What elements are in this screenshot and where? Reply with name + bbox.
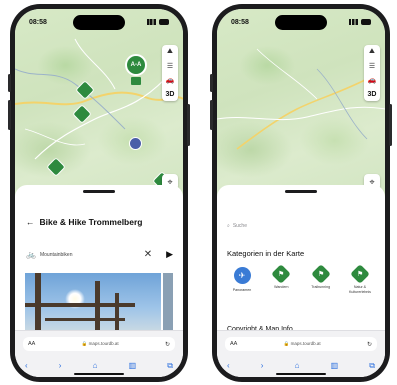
back-icon[interactable]: ‹ (227, 361, 230, 371)
phone-power-button (187, 104, 190, 146)
3d-toggle-button[interactable]: 3D (366, 89, 378, 99)
signal-icon (349, 19, 358, 25)
map-view[interactable]: A-A ⛰ ☰ 🚗 3D ⌖ (15, 9, 183, 197)
category-label: Natur & Kulturerlebnis (348, 285, 371, 294)
category-label: Trailrunning (311, 285, 331, 289)
category-panoramen[interactable]: ✈ Panoramen (225, 267, 259, 294)
share-icon[interactable]: ⌂ (295, 361, 300, 371)
status-icons (147, 19, 169, 25)
home-indicator (74, 373, 124, 375)
category-wandern[interactable]: ⚑ Wandern (264, 264, 298, 294)
phone-side-button (8, 74, 11, 92)
forward-icon[interactable]: › (261, 361, 264, 371)
detail-header: ← Bike & Hike Trommelberg (26, 217, 142, 227)
map-scroll-indicator (285, 190, 317, 193)
battery-icon (361, 19, 371, 25)
home-indicator (276, 373, 326, 375)
running-icon: ⚑ (310, 264, 331, 284)
camera-icon: ✈ (233, 267, 251, 284)
categories-title: Kategorien in der Karte (227, 249, 305, 258)
selected-poi-marker[interactable]: A-A (125, 54, 147, 76)
screen: 08:58 ⛰ ☰ 🚗 3D ⌖ ⌕ Suche Kategorien in d… (217, 9, 385, 377)
hiking-icon: ⚑ (271, 264, 292, 284)
address-bar[interactable]: AA 🔒 maps.tourdb.at ↻ (225, 337, 377, 351)
reader-button[interactable]: AA (28, 341, 35, 347)
tour-title: Bike & Hike Trommelberg (39, 217, 143, 227)
screen: 08:58 A-A ⛰ ☰ 🚗 3D ⌖ ← Bike & Hike Tromm… (15, 9, 183, 377)
address-bar[interactable]: AA 🔒 maps.tourdb.at ↻ (23, 337, 175, 351)
location-marker-icon[interactable] (129, 137, 142, 150)
map-roads (217, 48, 385, 150)
phone-side-button (210, 74, 213, 92)
car-icon[interactable]: 🚗 (366, 75, 378, 85)
category-trailrunning[interactable]: ⚑ Trailrunning (304, 264, 338, 294)
bike-icon: 🚲 (26, 250, 36, 259)
nature-icon: ⚑ (350, 264, 370, 284)
status-time: 08:58 (231, 18, 249, 26)
tour-photo[interactable] (25, 273, 173, 331)
forward-icon[interactable]: › (59, 361, 62, 371)
category-label: Mountainbiken (39, 251, 73, 258)
reader-button[interactable]: AA (230, 341, 237, 347)
signal-icon (147, 19, 156, 25)
3d-toggle-button[interactable]: 3D (164, 89, 176, 99)
selected-poi-label: A-A (130, 62, 142, 68)
reload-icon[interactable]: ↻ (367, 341, 372, 348)
phone-side-button (8, 100, 11, 130)
mountain-view-icon[interactable]: ⛰ (164, 47, 176, 57)
bookmarks-icon[interactable]: ▥ (331, 361, 339, 371)
browser-bar: AA 🔒 maps.tourdb.at ↻ ‹ › ⌂ ▥ ⧉ (15, 330, 183, 377)
url-text: 🔒 maps.tourdb.at (283, 341, 321, 346)
category-label: Wandern (274, 285, 289, 289)
url-text: 🔒 maps.tourdb.at (81, 341, 119, 346)
map-controls: ⛰ ☰ 🚗 3D (162, 45, 178, 101)
category-list: ✈ Panoramen ⚑ Wandern ⚑ Trailrunning ⚑ N… (225, 264, 377, 294)
back-arrow-icon[interactable]: ← (26, 217, 35, 227)
next-photo-thumbnail[interactable] (161, 273, 173, 331)
bookmarks-icon[interactable]: ▥ (129, 361, 137, 371)
map-controls: ⛰ ☰ 🚗 3D (364, 45, 380, 101)
battery-icon (159, 19, 169, 25)
phone-side-button (210, 100, 213, 130)
dynamic-island (73, 15, 125, 30)
search-icon: ⌕ (227, 223, 230, 229)
category-label: Panoramen (232, 288, 252, 292)
phone-left: 08:58 A-A ⛰ ☰ 🚗 3D ⌖ ← Bike & Hike Tromm… (8, 4, 190, 382)
reload-icon[interactable]: ↻ (165, 341, 170, 348)
phone-right: 08:58 ⛰ ☰ 🚗 3D ⌖ ⌕ Suche Kategorien in d… (210, 4, 392, 382)
browser-bar: AA 🔒 maps.tourdb.at ↻ ‹ › ⌂ ▥ ⧉ (217, 330, 385, 377)
map-scroll-indicator (83, 190, 115, 193)
category-natur-kultur[interactable]: ⚑ Natur & Kulturerlebnis (343, 264, 377, 294)
search-input[interactable]: ⌕ Suche (227, 223, 247, 229)
tabs-icon[interactable]: ⧉ (369, 361, 375, 371)
mountain-view-icon[interactable]: ⛰ (366, 47, 378, 57)
car-icon[interactable]: 🚗 (164, 75, 176, 85)
back-icon[interactable]: ‹ (25, 361, 28, 371)
status-icons (349, 19, 371, 25)
search-placeholder: Suche (232, 223, 247, 229)
layers-icon[interactable]: ☰ (366, 61, 378, 71)
share-icon[interactable]: ⌂ (93, 361, 98, 371)
dynamic-island (275, 15, 327, 30)
flag-icon (131, 77, 141, 85)
map-view[interactable]: ⛰ ☰ 🚗 3D ⌖ (217, 9, 385, 197)
layers-icon[interactable]: ☰ (164, 61, 176, 71)
tour-meta-row: 🚲 Mountainbiken ✕ ▶ (26, 249, 173, 260)
browser-toolbar: ‹ › ⌂ ▥ ⧉ (227, 361, 375, 371)
status-time: 08:58 (29, 18, 47, 26)
phone-power-button (389, 104, 392, 146)
close-icon[interactable]: ✕ (144, 249, 152, 260)
tabs-icon[interactable]: ⧉ (167, 361, 173, 371)
play-icon[interactable]: ▶ (166, 249, 173, 260)
browser-toolbar: ‹ › ⌂ ▥ ⧉ (25, 361, 173, 371)
map-roads (15, 38, 183, 160)
